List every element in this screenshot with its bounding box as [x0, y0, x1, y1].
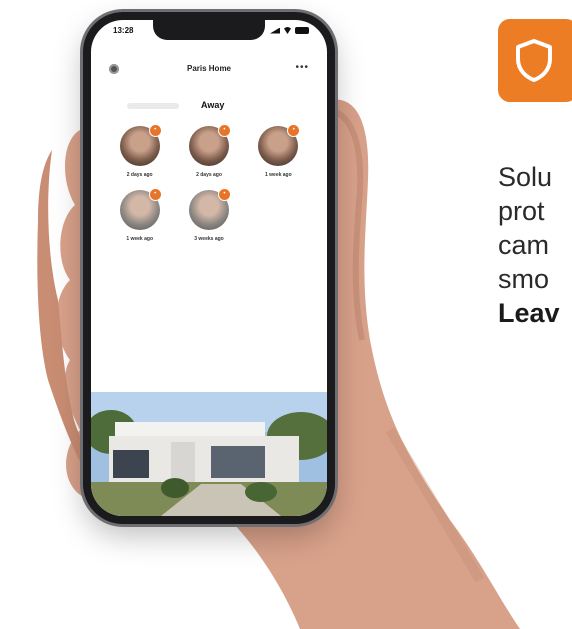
status-icons [270, 27, 309, 34]
battery-icon [295, 27, 309, 34]
person-label: 1 week ago [264, 172, 292, 178]
avatar-wrap: • [119, 124, 162, 166]
status-badge: • [217, 188, 231, 201]
status-badge: • [287, 124, 301, 137]
promo-text: Solu prot cam smo Leav [498, 160, 572, 330]
promo-bold-line: Leav [498, 298, 560, 328]
status-badge: • [148, 188, 162, 201]
more-menu-button[interactable]: ••• [295, 62, 309, 73]
status-time: 13:28 [113, 26, 134, 35]
person-label: 2 days ago [126, 172, 153, 178]
house-photo [91, 392, 327, 516]
person-label: 3 weeks ago [194, 236, 224, 242]
person-item[interactable]: • 2 days ago [174, 124, 243, 178]
avatar-wrap: • [188, 124, 231, 166]
person-label: 2 days ago [196, 172, 222, 178]
status-badge: • [217, 124, 231, 137]
avatar-wrap: • [119, 188, 162, 230]
promo-line: Solu [498, 162, 553, 192]
mode-tabs: Away [91, 100, 327, 116]
app-header: Paris Home ••• [91, 62, 327, 80]
phone-screen: 13:28 Paris Home ••• Away • 2 days ago •… [91, 20, 327, 516]
wifi-icon [283, 27, 292, 34]
person-item[interactable]: • 1 week ago [105, 188, 174, 242]
home-title: Paris Home [186, 64, 232, 73]
shield-icon [516, 39, 552, 82]
person-item[interactable]: • 3 weeks ago [174, 188, 243, 242]
promo-line: cam [498, 230, 550, 260]
person-label: 1 week ago [126, 236, 153, 242]
person-item[interactable]: • 1 week ago [244, 124, 313, 178]
tab-away[interactable]: Away [201, 100, 224, 110]
signal-icon [270, 27, 280, 34]
status-badge: • [148, 124, 162, 137]
person-item[interactable]: • 2 days ago [105, 124, 174, 178]
avatar-wrap: • [188, 188, 231, 230]
brand-shield-badge [498, 19, 572, 102]
promo-line: prot [498, 196, 545, 226]
phone-frame: 13:28 Paris Home ••• Away • 2 days ago •… [83, 12, 335, 524]
promo-line: smo [498, 264, 550, 294]
people-grid: • 2 days ago • 2 days ago • 1 week ago •… [105, 124, 313, 242]
tab-previous[interactable] [127, 103, 179, 109]
avatar-wrap: • [258, 124, 301, 166]
phone-notch [153, 20, 265, 40]
